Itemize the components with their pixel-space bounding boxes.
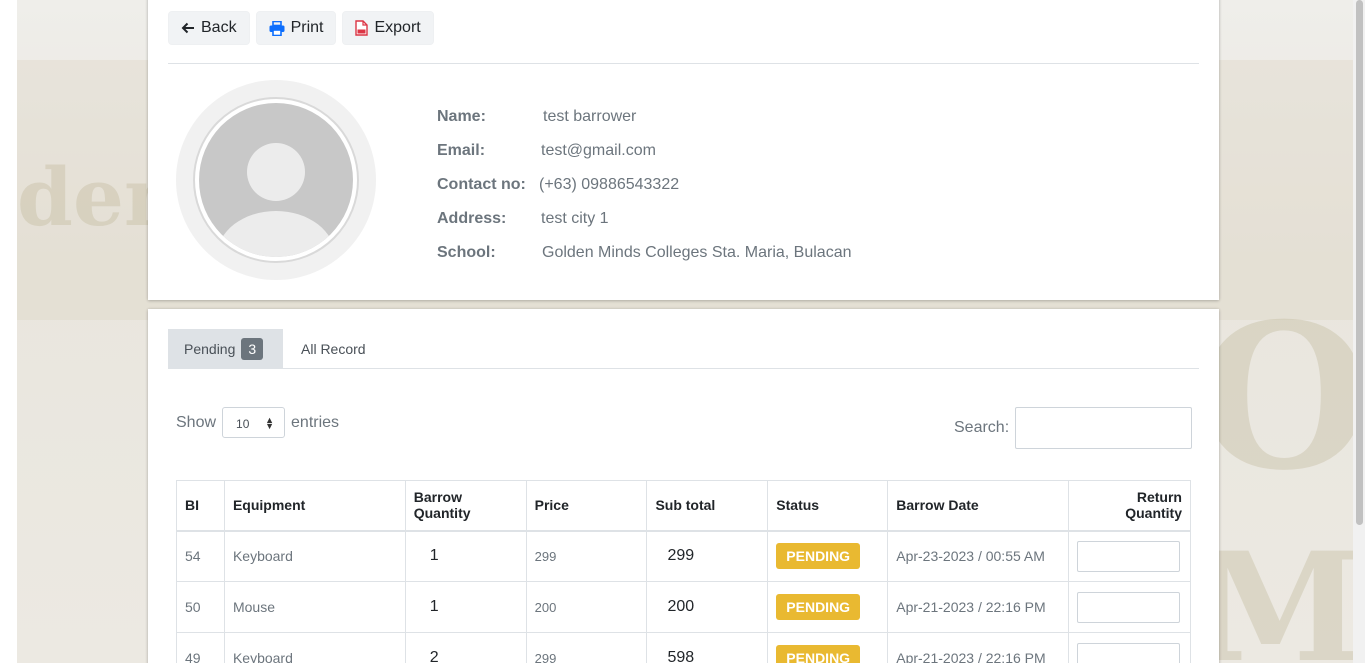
pending-count-badge: 3 [241, 338, 264, 360]
cell-quantity: 1 [404, 581, 527, 633]
status-badge: PENDING [776, 543, 861, 570]
search-input[interactable] [1015, 407, 1193, 449]
show-label: Show [176, 413, 217, 431]
header-price[interactable]: Price [525, 480, 648, 532]
pdf-file-icon [355, 20, 369, 36]
entries-length-control: Show 10 ▲ ▼ entries [176, 407, 339, 438]
cell-date: Apr-23-2023 / 00:55 AM [887, 530, 1069, 582]
header-status[interactable]: Status [767, 480, 889, 532]
export-label: Export [374, 19, 421, 36]
name-label: Name: [437, 108, 486, 125]
tab-all-record-label: All Record [301, 341, 366, 357]
profile-card: Back Print Export Name: test barrower Em… [148, 0, 1219, 300]
tab-pending[interactable]: Pending 3 [168, 329, 283, 369]
back-button[interactable]: Back [168, 11, 250, 45]
entries-select[interactable]: 10 ▲ ▼ [222, 407, 286, 438]
name-value: test barrower [543, 108, 637, 125]
header-divider [168, 63, 1199, 64]
cell-status: PENDING [767, 632, 889, 663]
toolbar: Back Print Export [168, 11, 434, 45]
table-row: 50 Mouse 1 200 200 PENDING Apr-21-2023 /… [176, 581, 1192, 633]
cell-price: 200 [525, 581, 648, 633]
page-scrollbar[interactable] [1353, 0, 1365, 663]
cell-quantity: 2 [404, 632, 527, 663]
sort-arrows-icon: ▲ ▼ [265, 415, 275, 431]
address-value: test city 1 [541, 210, 609, 227]
cell-equipment: Keyboard [223, 632, 406, 663]
cell-subtotal: 299 [646, 530, 769, 582]
cell-price: 299 [525, 530, 648, 582]
header-barrow-quantity[interactable]: Barrow Quantity [404, 480, 527, 532]
return-quantity-input[interactable] [1076, 591, 1180, 623]
table-row: 54 Keyboard 1 299 299 PENDING Apr-23-202… [176, 530, 1192, 582]
cell-quantity: 1 [404, 530, 527, 582]
user-placeholder-icon [199, 103, 353, 257]
header-sub-total[interactable]: Sub total [646, 480, 769, 532]
cell-return [1067, 632, 1192, 663]
cell-date: Apr-21-2023 / 22:16 PM [887, 581, 1069, 633]
address-label: Address: [437, 210, 507, 227]
search-label: Search: [954, 419, 1010, 436]
school-label: School: [437, 244, 496, 261]
export-button[interactable]: Export [342, 11, 434, 45]
cell-status: PENDING [767, 581, 889, 633]
table-header-row: BI Equipment Barrow Quantity Price Sub t… [176, 480, 1192, 532]
header-bi[interactable]: BI [176, 480, 225, 532]
records-card: Pending 3 All Record Show 10 ▲ ▼ entries … [148, 309, 1219, 663]
scrollbar-thumb[interactable] [1356, 0, 1363, 525]
tab-pending-label: Pending [184, 341, 236, 357]
tab-all-record[interactable]: All Record [301, 329, 366, 369]
arrow-left-icon [181, 21, 195, 35]
entries-label: entries [291, 413, 340, 431]
cell-bi: 49 [176, 632, 225, 663]
printer-icon [269, 20, 285, 36]
return-quantity-input[interactable] [1076, 642, 1180, 663]
status-badge: PENDING [776, 594, 861, 620]
contact-value: (+63) 09886543322 [539, 176, 680, 193]
cell-date: Apr-21-2023 / 22:16 PM [887, 632, 1069, 663]
cell-bi: 50 [176, 581, 225, 633]
print-button[interactable]: Print [255, 11, 337, 45]
status-badge: PENDING [776, 645, 861, 663]
print-label: Print [290, 19, 324, 36]
cell-subtotal: 598 [646, 632, 769, 663]
cell-price: 299 [525, 632, 648, 663]
cell-equipment: Keyboard [223, 530, 406, 582]
cell-status: PENDING [767, 530, 889, 582]
table-search: Search: [954, 407, 1193, 449]
back-label: Back [201, 19, 237, 36]
school-value: Golden Minds Colleges Sta. Maria, Bulaca… [542, 244, 852, 261]
email-value: test@gmail.com [541, 142, 656, 159]
email-label: Email: [437, 142, 486, 159]
cell-return [1067, 530, 1192, 582]
table-row: 49 Keyboard 2 299 598 PENDING Apr-21-202… [176, 632, 1192, 663]
header-equipment[interactable]: Equipment [223, 480, 406, 532]
cell-return [1067, 581, 1192, 633]
header-barrow-date[interactable]: Barrow Date [887, 480, 1069, 532]
cell-subtotal: 200 [646, 581, 769, 633]
records-tabs: Pending 3 All Record [168, 329, 1199, 369]
return-quantity-input[interactable] [1076, 540, 1180, 572]
cell-equipment: Mouse [223, 581, 406, 633]
contact-label: Contact no: [437, 176, 526, 193]
avatar [176, 80, 376, 280]
pending-table: BI Equipment Barrow Quantity Price Sub t… [176, 480, 1192, 663]
cell-bi: 54 [176, 530, 225, 582]
header-return-quantity[interactable]: Return Quantity [1067, 480, 1192, 532]
entries-value: 10 [236, 417, 250, 431]
